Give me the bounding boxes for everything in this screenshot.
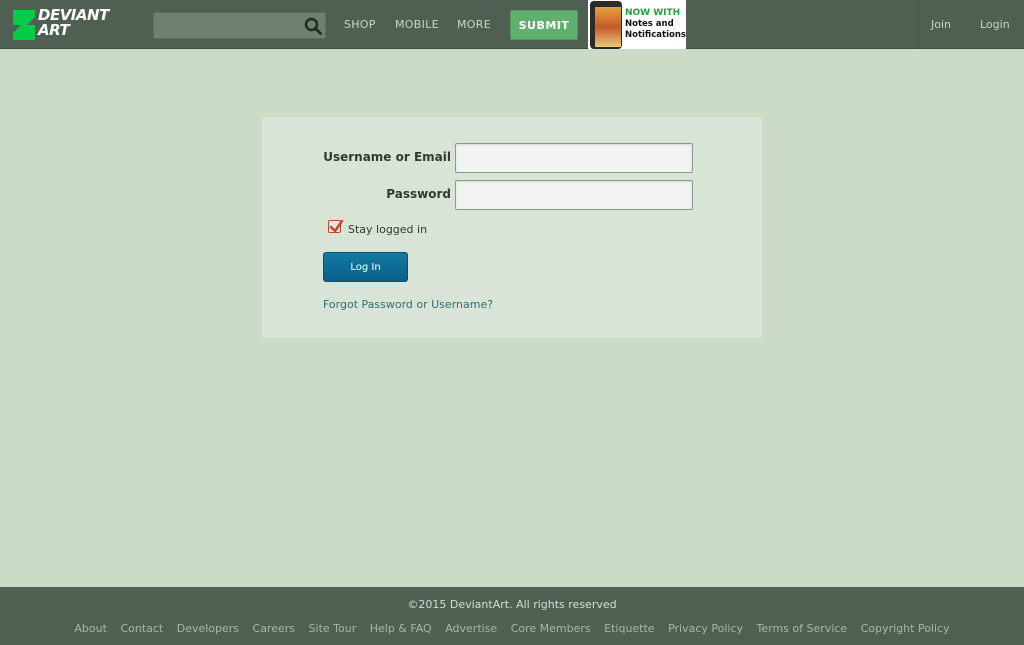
footer-link-about[interactable]: About — [74, 622, 107, 635]
password-field-wrapper — [455, 180, 693, 210]
login-button[interactable]: Log In — [323, 252, 408, 282]
footer-link-etiquette[interactable]: Etiquette — [604, 622, 654, 635]
copyright-text: ©2015 DeviantArt. All rights reserved — [407, 598, 617, 611]
login-panel: Username or Email Password Stay logged i… — [262, 117, 762, 338]
nav-mobile[interactable]: MOBILE — [395, 18, 439, 31]
search-input[interactable] — [154, 13, 299, 38]
logo-line2: ART — [38, 21, 70, 39]
footer-link-copyright-policy[interactable]: Copyright Policy — [861, 622, 950, 635]
password-field[interactable] — [456, 181, 692, 209]
top-navigation-bar: DEVIANT ART SHOP MOBILE MORE SUBMIT NOW … — [0, 0, 1024, 49]
stay-logged-in-checkbox[interactable] — [328, 219, 344, 233]
logo-wordmark: DEVIANT ART — [38, 8, 109, 38]
promo-line1: NOW WITH — [625, 8, 681, 18]
footer-link-terms-of-service[interactable]: Terms of Service — [757, 622, 848, 635]
footer: ©2015 DeviantArt. All rights reserved Ab… — [0, 587, 1024, 645]
search-icon[interactable] — [304, 17, 322, 35]
phone-image — [590, 1, 622, 49]
nav-shop[interactable]: SHOP — [344, 18, 376, 31]
mobile-app-promo-banner[interactable]: NOW WITH Notes and Notifications — [588, 0, 686, 49]
login-link[interactable]: Login — [980, 18, 1010, 31]
promo-line2: Notes and — [625, 19, 674, 29]
footer-link-developers[interactable]: Developers — [177, 622, 239, 635]
phone-screen — [595, 7, 621, 47]
username-field[interactable] — [456, 144, 692, 172]
footer-link-contact[interactable]: Contact — [120, 622, 163, 635]
footer-link-careers[interactable]: Careers — [253, 622, 296, 635]
deviantart-logo[interactable]: DEVIANT ART — [13, 8, 131, 42]
checkmark-icon — [329, 219, 344, 233]
footer-link-help-faq[interactable]: Help & FAQ — [370, 622, 432, 635]
deviantart-logo-icon — [13, 10, 35, 40]
promo-text: NOW WITH Notes and Notifications — [625, 8, 686, 41]
search-box — [153, 12, 326, 39]
password-label: Password — [386, 187, 451, 201]
promo-line3: Notifications — [625, 30, 686, 40]
footer-link-privacy-policy[interactable]: Privacy Policy — [668, 622, 743, 635]
footer-link-advertise[interactable]: Advertise — [445, 622, 497, 635]
join-link[interactable]: Join — [931, 18, 951, 31]
header-divider — [918, 0, 919, 49]
footer-link-site-tour[interactable]: Site Tour — [309, 622, 357, 635]
footer-link-core-members[interactable]: Core Members — [511, 622, 591, 635]
username-field-wrapper — [455, 143, 693, 173]
submit-button[interactable]: SUBMIT — [510, 10, 578, 40]
forgot-password-link[interactable]: Forgot Password or Username? — [323, 298, 493, 311]
username-label: Username or Email — [323, 150, 451, 164]
footer-links: About Contact Developers Careers Site To… — [0, 622, 1024, 635]
nav-more[interactable]: MORE — [457, 18, 491, 31]
stay-logged-in-label[interactable]: Stay logged in — [348, 223, 427, 236]
